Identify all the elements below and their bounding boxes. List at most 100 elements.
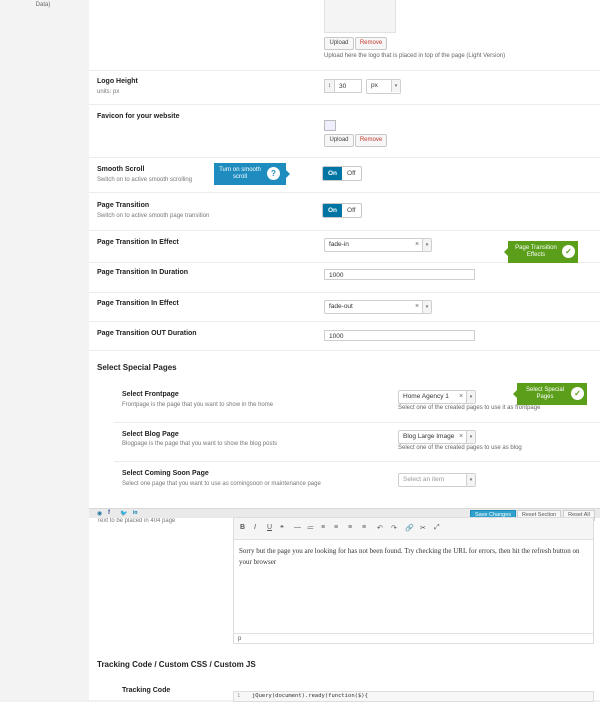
redo-icon[interactable]: ↷ bbox=[391, 524, 397, 532]
frontpage-title: Select Frontpage bbox=[122, 391, 179, 398]
logo-upload-button[interactable]: Upload bbox=[324, 37, 354, 50]
comingsoon-title: Select Coming Soon Page bbox=[122, 470, 209, 477]
twitter-icon[interactable]: 🐦 bbox=[120, 510, 127, 517]
frontpage-select[interactable]: Home Agency 1 × ▾ bbox=[398, 390, 476, 404]
favicon-remove-button[interactable]: Remove bbox=[355, 134, 387, 147]
comingsoon-row: Select Coming Soon Page Select one page … bbox=[114, 461, 600, 501]
admin-sidebar: Data) bbox=[0, 0, 90, 700]
page404-editor[interactable]: B I U ❝ — ≔ ≡ ≡ ≡ ≡ ↶ ↷ 🔗 ✂ ⤢ Sorry but … bbox=[233, 517, 594, 644]
pt-out-effect-row: Page Transition In Effect fade-out × ▾ bbox=[89, 292, 600, 322]
toggle-off[interactable]: Off bbox=[342, 204, 361, 217]
bullet-list-icon[interactable]: ≔ bbox=[307, 524, 314, 532]
bold-icon[interactable]: B bbox=[240, 524, 245, 531]
pt-in-effect-title: Page Transition In Effect bbox=[97, 239, 179, 246]
unit-value: px bbox=[371, 82, 378, 89]
page-transition-desc: Switch on to active smooth page transiti… bbox=[97, 213, 210, 219]
tooltip-arrow bbox=[286, 170, 290, 178]
chevron-down-icon: ▾ bbox=[422, 301, 431, 313]
fullscreen-icon[interactable]: ⤢ bbox=[434, 524, 440, 532]
align-center-icon[interactable]: ≡ bbox=[348, 524, 352, 531]
select-value: fade-out bbox=[329, 303, 353, 310]
clear-icon[interactable]: × bbox=[459, 431, 463, 443]
tracking-code-title: Tracking Code bbox=[122, 687, 171, 694]
smooth-scroll-row: Smooth Scroll Switch on to active smooth… bbox=[89, 157, 600, 193]
horizontal-rule-icon[interactable]: — bbox=[294, 524, 301, 531]
select-value: fade-in bbox=[329, 241, 349, 248]
align-left-icon[interactable]: ≡ bbox=[334, 524, 338, 531]
page-transition-toggle[interactable]: On Off bbox=[322, 203, 362, 218]
tooltip-arrow bbox=[504, 248, 508, 256]
select-value: Home Agency 1 bbox=[403, 393, 449, 400]
favicon-upload-button[interactable]: Upload bbox=[324, 134, 354, 147]
logo-row: Upload Remove Upload here the logo that … bbox=[89, 0, 600, 71]
page-transition-title: Page Transition bbox=[97, 202, 150, 209]
pt-out-effect-select[interactable]: fade-out × ▾ bbox=[324, 300, 432, 314]
blogpage-note: Select one of the created pages to use a… bbox=[398, 445, 522, 451]
logo-height-row: Logo Height units: px ↕ 30 px ▾ bbox=[89, 70, 600, 105]
link-icon[interactable]: 🔗 bbox=[405, 524, 414, 532]
pt-in-duration-title: Page Transition In Duration bbox=[97, 269, 189, 276]
select-value: Blog Large Image bbox=[403, 433, 455, 440]
tracking-code-editor[interactable]: 1 jQuery(document).ready(function($){ bbox=[233, 691, 594, 702]
logo-height-title: Logo Height bbox=[97, 78, 138, 85]
pt-out-duration-input[interactable]: 1000 bbox=[324, 330, 475, 341]
logo-preview bbox=[324, 0, 396, 33]
italic-icon[interactable]: I bbox=[254, 524, 256, 531]
blogpage-select[interactable]: Blog Large Image × ▾ bbox=[398, 430, 476, 444]
chevron-down-icon: ▾ bbox=[466, 474, 475, 486]
smooth-scroll-toggle[interactable]: On Off bbox=[322, 166, 362, 181]
blockquote-icon[interactable]: ❝ bbox=[280, 524, 284, 532]
smooth-scroll-desc: Switch on to active smooth scrolling bbox=[97, 177, 193, 183]
toggle-on[interactable]: On bbox=[323, 204, 343, 217]
wordpress-icon[interactable]: ◉ bbox=[97, 510, 102, 517]
pt-out-duration-row: Page Transition OUT Duration 1000 bbox=[89, 321, 600, 351]
logo-height-desc: units: px bbox=[97, 89, 120, 95]
align-right-icon[interactable]: ≡ bbox=[362, 524, 366, 531]
logo-height-unit-select[interactable]: px ▾ bbox=[366, 79, 401, 94]
logo-remove-button[interactable]: Remove bbox=[355, 37, 387, 50]
logo-height-input[interactable]: 30 bbox=[334, 79, 362, 93]
underline-icon[interactable]: U bbox=[267, 524, 272, 531]
tracking-heading: Tracking Code / Custom CSS / Custom JS bbox=[97, 660, 256, 669]
frontpage-row: Select Frontpage Frontpage is the page t… bbox=[114, 383, 600, 423]
toggle-off[interactable]: Off bbox=[342, 167, 361, 180]
facebook-icon[interactable]: f bbox=[108, 510, 110, 516]
smooth-scroll-tooltip-text: Turn on smooth scroll bbox=[219, 167, 261, 180]
comingsoon-desc: Select one page that you want to use as … bbox=[122, 481, 321, 487]
blogpage-desc: Blogpage is the page that you want to sh… bbox=[122, 441, 278, 447]
pt-effects-tooltip-text: Page Transition Effects bbox=[515, 245, 557, 258]
frontpage-desc: Frontpage is the page that you want to s… bbox=[122, 402, 274, 408]
editor-toolbar: B I U ❝ — ≔ ≡ ≡ ≡ ≡ ↶ ↷ 🔗 ✂ ⤢ bbox=[234, 518, 593, 540]
select-placeholder: Select an item bbox=[403, 476, 445, 483]
numbered-list-icon[interactable]: ≡ bbox=[321, 524, 325, 531]
page404-content[interactable]: Sorry but the page you are looking for h… bbox=[239, 546, 584, 568]
pt-in-duration-input[interactable]: 1000 bbox=[324, 269, 475, 280]
page-transition-row: Page Transition Switch on to active smoo… bbox=[89, 192, 600, 231]
editor-statusbar: p bbox=[234, 633, 593, 643]
smooth-scroll-title: Smooth Scroll bbox=[97, 166, 145, 173]
clear-icon[interactable]: × bbox=[415, 301, 419, 313]
unlink-icon[interactable]: ✂ bbox=[420, 524, 426, 532]
comingsoon-select[interactable]: Select an item ▾ bbox=[398, 473, 476, 487]
linkedin-icon[interactable]: in bbox=[133, 510, 137, 516]
pt-in-duration-row: Page Transition In Duration 1000 bbox=[89, 262, 600, 293]
favicon-image-icon bbox=[324, 120, 336, 131]
chevron-down-icon: ▾ bbox=[466, 431, 475, 443]
pt-out-duration-title: Page Transition OUT Duration bbox=[97, 330, 197, 337]
chevron-down-icon: ▾ bbox=[422, 239, 431, 251]
pt-in-effect-select[interactable]: fade-in × ▾ bbox=[324, 238, 432, 252]
chevron-down-icon: ▾ bbox=[391, 80, 400, 92]
toggle-on[interactable]: On bbox=[323, 167, 343, 180]
favicon-title: Favicon for your website bbox=[97, 113, 180, 120]
clear-icon[interactable]: × bbox=[415, 239, 419, 251]
check-icon: ✓ bbox=[562, 245, 575, 258]
pt-out-effect-title: Page Transition In Effect bbox=[97, 300, 179, 307]
blogpage-row: Select Blog Page Blogpage is the page th… bbox=[114, 422, 600, 462]
clear-icon[interactable]: × bbox=[459, 391, 463, 403]
sidebar-crumb: Data) bbox=[35, 2, 51, 8]
undo-icon[interactable]: ↶ bbox=[377, 524, 383, 532]
page404-label: Text to be placed in 404 page bbox=[97, 518, 176, 524]
pt-effects-tooltip: Page Transition Effects ✓ bbox=[504, 241, 578, 263]
chevron-down-icon: ▾ bbox=[466, 391, 475, 403]
help-icon: ? bbox=[267, 167, 280, 180]
